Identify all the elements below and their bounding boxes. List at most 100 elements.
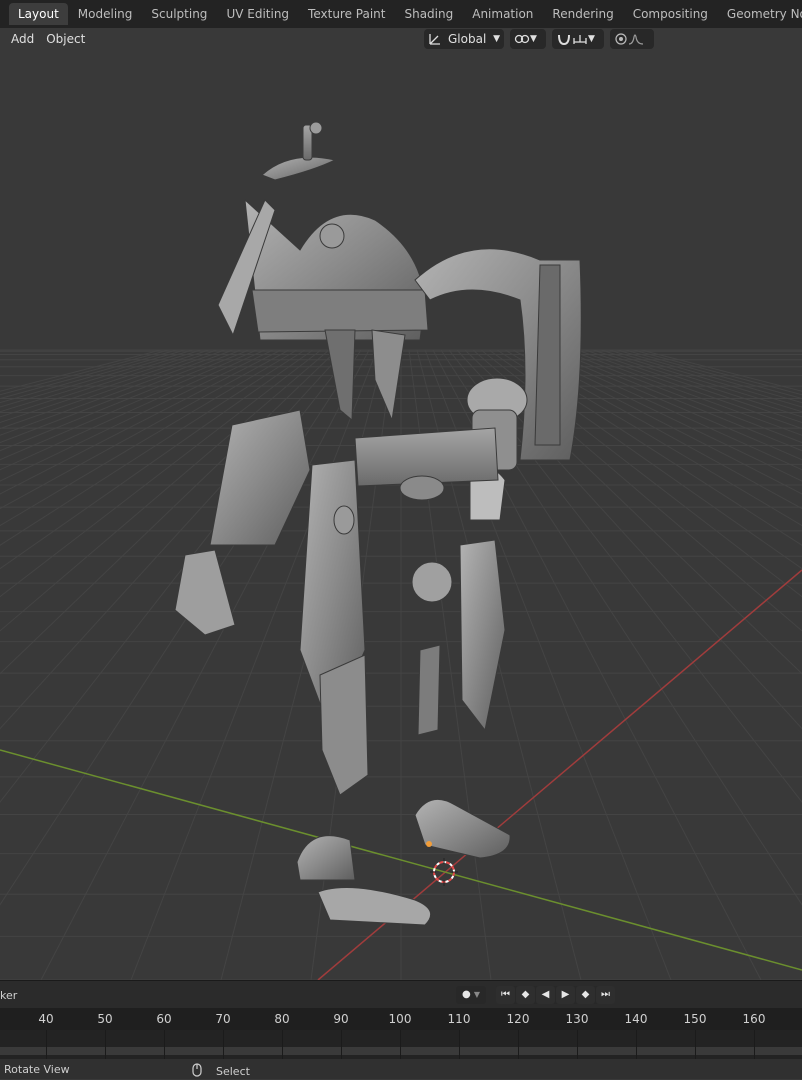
center-orb <box>411 561 453 603</box>
frame-tick-label: 90 <box>333 1012 349 1026</box>
frame-tick-label: 50 <box>97 1012 113 1026</box>
frame-grid-line <box>46 1030 47 1059</box>
frame-tick-label: 40 <box>38 1012 54 1026</box>
origin-dot <box>426 841 432 847</box>
hip-orb <box>333 505 355 535</box>
status-select: Select <box>192 1063 250 1080</box>
workspace-tab[interactable]: UV Editing <box>217 3 298 25</box>
boot-sole-left <box>317 887 432 926</box>
helmet-medallion <box>319 223 345 249</box>
frame-grid-line <box>105 1030 106 1059</box>
status-rotate-label: Rotate View <box>4 1063 70 1076</box>
workspace-tab[interactable]: Rendering <box>543 3 622 25</box>
frame-grid-line <box>695 1030 696 1059</box>
chevron-down-icon: ▼ <box>493 34 500 44</box>
boot-right <box>414 798 511 859</box>
frame-tick-label: 160 <box>742 1012 766 1026</box>
leg-plate-mid <box>417 644 441 736</box>
frame-tick-label: 70 <box>215 1012 231 1026</box>
frame-tick-label: 100 <box>388 1012 412 1026</box>
helmet-cheek-left <box>324 329 356 422</box>
workspace-tab[interactable]: Modeling <box>69 3 142 25</box>
grid-line <box>0 349 250 452</box>
transport-group: ⏮ ◆ ◀ ▶ ◆ ⏭ <box>496 986 615 1004</box>
menu-object[interactable]: Object <box>40 32 91 46</box>
crest-knob <box>309 121 323 135</box>
grid-line <box>552 349 802 452</box>
workspace-tab[interactable]: Animation <box>463 3 542 25</box>
grid-line <box>0 349 218 424</box>
frame-tick-label: 130 <box>565 1012 589 1026</box>
magnet-icon <box>556 32 572 46</box>
chevron-down-icon: ▼ <box>530 34 537 44</box>
play-reverse-icon[interactable]: ◀ <box>536 986 555 1004</box>
frame-grid-line <box>164 1030 165 1059</box>
frame-grid-line <box>459 1030 460 1059</box>
tasset-right <box>459 539 506 732</box>
mouse-icon <box>192 1063 202 1080</box>
workspace-tab[interactable]: Sculpting <box>142 3 216 25</box>
boot-left <box>296 835 356 881</box>
3d-viewport[interactable] <box>0 50 802 980</box>
status-select-label: Select <box>216 1065 250 1078</box>
grid-line <box>536 349 802 471</box>
frame-grid-line <box>577 1030 578 1059</box>
frame-tick-label: 60 <box>156 1012 172 1026</box>
frame-ruler[interactable]: 40 50 60 70 80 90 100 110 120 130 140 150 160 <box>0 1008 802 1030</box>
playback-controls: ● ▼ ⏮ ◆ ◀ ▶ ◆ ⏭ <box>456 986 615 1004</box>
chevron-down-icon: ▼ <box>588 34 595 44</box>
frame-tick-label: 110 <box>447 1012 471 1026</box>
frame-grid-line <box>282 1030 283 1059</box>
next-keyframe-icon[interactable]: ◆ <box>576 986 595 1004</box>
falloff-curve-icon <box>628 32 644 46</box>
status-bar: Rotate View Select <box>0 1059 802 1079</box>
header-tools: Global ▼ ▼ ▼ <box>424 29 654 49</box>
frame-tick-label: 140 <box>624 1012 648 1026</box>
record-button[interactable]: ● ▼ <box>456 986 486 1004</box>
timeline-body[interactable] <box>0 1030 802 1059</box>
workspace-tab[interactable]: Geometry Nodes <box>718 3 802 25</box>
helmet-cheek-right <box>371 329 406 422</box>
play-icon[interactable]: ▶ <box>556 986 575 1004</box>
grid-line <box>0 349 226 430</box>
status-rotate: Rotate View <box>4 1063 70 1076</box>
arm-left <box>209 409 311 546</box>
orientation-label: Global <box>448 32 487 46</box>
snapping-toggle[interactable]: ▼ <box>552 29 604 49</box>
menu-add[interactable]: Add <box>5 32 40 46</box>
frame-grid-line <box>518 1030 519 1059</box>
grid-line <box>0 349 202 413</box>
jump-start-icon[interactable]: ⏮ <box>496 986 515 1004</box>
leg-plate-left <box>319 654 369 796</box>
armor-model[interactable] <box>174 121 582 926</box>
workspace-tab[interactable]: Texture Paint <box>299 3 394 25</box>
timeline-header: ker ● ▼ ⏮ ◆ ◀ ▶ ◆ ⏭ <box>0 980 802 1009</box>
transform-orientation-dropdown[interactable]: Global ▼ <box>424 29 504 49</box>
grid-line <box>0 349 178 400</box>
workspace-tab[interactable]: Shading <box>395 3 462 25</box>
pivot-point-dropdown[interactable]: ▼ <box>510 29 546 49</box>
timeline-marker-menu[interactable]: ker <box>0 989 17 1002</box>
helmet-crest <box>261 156 337 181</box>
grid-line <box>632 349 802 396</box>
prev-keyframe-icon[interactable]: ◆ <box>516 986 535 1004</box>
jump-end-icon[interactable]: ⏭ <box>596 986 615 1004</box>
helmet-band <box>251 289 429 333</box>
viewport-header: Add Object Global ▼ ▼ ▼ <box>0 28 802 50</box>
grid-line <box>584 349 802 424</box>
proportional-editing[interactable] <box>610 29 654 49</box>
grid-line <box>0 349 170 396</box>
timeline-scrollbar[interactable] <box>0 1047 802 1055</box>
cape-inner <box>534 264 561 446</box>
belt-buckle <box>399 475 445 501</box>
frame-tick-label: 150 <box>683 1012 707 1026</box>
orientation-icon <box>428 32 442 46</box>
proportional-icon <box>614 32 628 46</box>
frame-grid-line <box>341 1030 342 1059</box>
workspace-tab[interactable]: Compositing <box>624 3 717 25</box>
link-icon <box>514 32 530 46</box>
frame-tick-label: 80 <box>274 1012 290 1026</box>
grid-line <box>0 349 266 471</box>
snap-target-icon <box>572 32 588 46</box>
workspace-tab[interactable]: Layout <box>9 3 68 25</box>
